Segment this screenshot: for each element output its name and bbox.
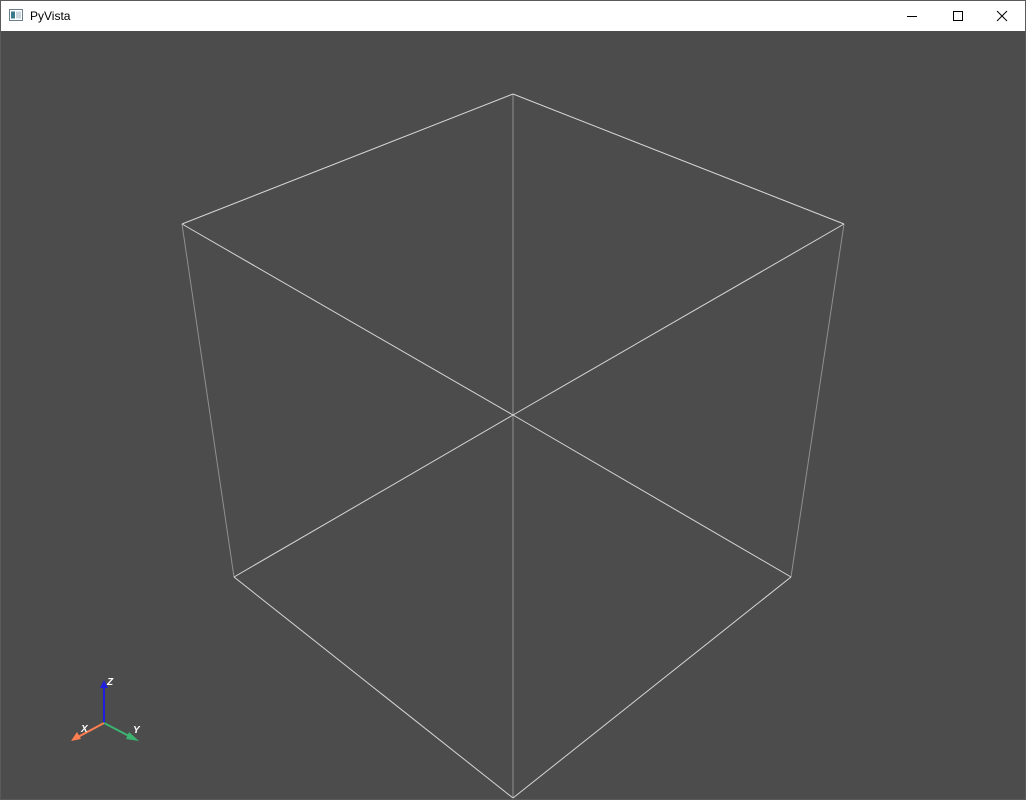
- cube-wireframe: [181, 93, 845, 799]
- cube-edge: [181, 93, 514, 225]
- y-axis-label: Y: [133, 725, 141, 736]
- cube-edge: [512, 223, 845, 416]
- close-icon: [996, 10, 1008, 22]
- pyvista-window-icon: [9, 9, 23, 21]
- maximize-button[interactable]: [935, 1, 981, 31]
- x-axis-label: X: [80, 724, 89, 735]
- title-bar[interactable]: PyVista: [1, 1, 1025, 31]
- y-axis-line: [103, 722, 132, 738]
- close-button[interactable]: [979, 1, 1025, 31]
- window-title: PyVista: [30, 9, 71, 23]
- cube-edge: [233, 576, 514, 799]
- cube-edge: [181, 223, 235, 578]
- orientation-axes-widget: Z X Y: [71, 677, 141, 741]
- maximize-icon: [953, 11, 963, 21]
- cube-edge: [512, 576, 792, 799]
- x-axis-arrow-icon: [71, 732, 81, 741]
- minimize-icon: [907, 16, 917, 17]
- z-axis-label: Z: [106, 677, 114, 688]
- render-viewport[interactable]: Z X Y: [1, 31, 1025, 799]
- cube-edge: [512, 414, 792, 578]
- pyvista-window: PyVista Z X Y: [0, 0, 1026, 800]
- cube-edge: [512, 93, 845, 225]
- cube-edge: [233, 414, 514, 578]
- minimize-button[interactable]: [889, 1, 935, 31]
- cube-edge: [181, 223, 514, 416]
- cube-edge: [790, 223, 845, 578]
